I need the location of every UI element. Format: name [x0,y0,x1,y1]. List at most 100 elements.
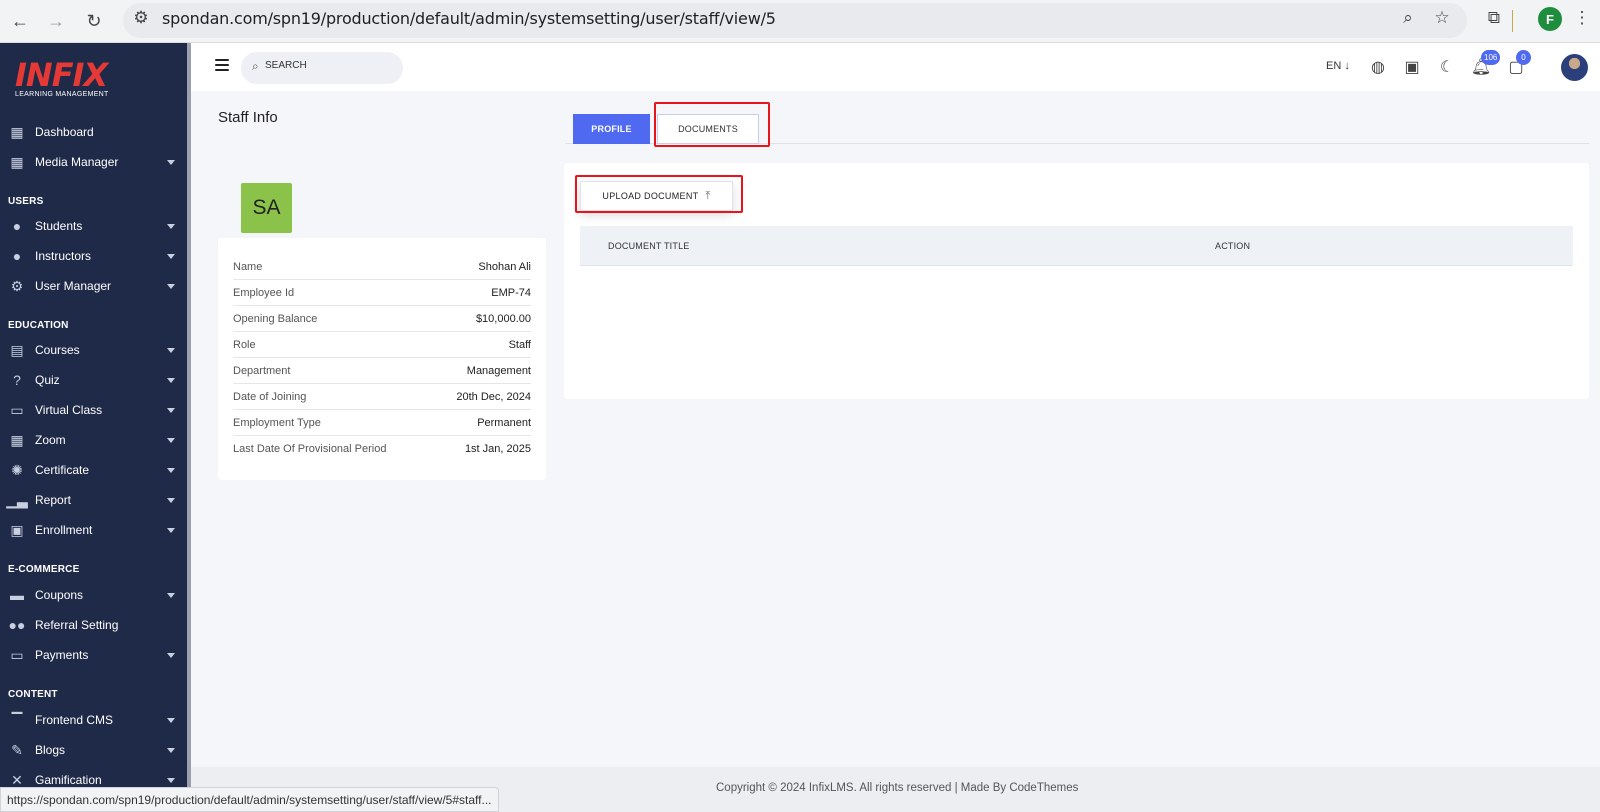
caret-down-icon [167,347,175,353]
caret-down-icon [167,717,175,723]
sidebar-item-instructors[interactable]: ● Instructors [0,243,187,269]
info-label: Employment Type [233,416,321,429]
sidebar-item-label: Certificate [35,463,90,477]
bell-icon[interactable]: 🔔︎ 106 [1471,50,1501,77]
caret-down-icon [167,283,175,289]
language-selector[interactable]: EN ↓ [1326,60,1350,72]
sidebar-item-referral-setting[interactable]: ●● Referral Setting [0,612,187,638]
sidebar-item-dashboard[interactable]: ▦ Dashboard [0,119,187,145]
info-value: Shohan Ali [478,260,531,273]
caret-down-icon [167,777,175,783]
info-label: Opening Balance [233,312,318,325]
sidebar-item-frontend-cms[interactable]: ▔ Frontend CMS [0,707,187,733]
logo-title: INFIX [15,56,108,94]
sidebar-item-label: Instructors [35,249,92,263]
sidebar-item-label: Report [35,493,72,507]
column-document-title: DOCUMENT TITLE [608,241,690,251]
section-education: EDUCATION [8,320,69,331]
page-title: Staff Info [218,109,278,126]
forward-arrow-icon[interactable]: → [42,7,70,35]
sidebar-item-payments[interactable]: ▭ Payments [0,642,187,668]
site-settings-icon[interactable]: ⚙ [129,6,153,30]
url-text[interactable]: spondan.com/spn19/production/default/adm… [162,9,776,28]
moon-icon[interactable]: ☾ [1437,57,1457,77]
sidebar-item-label: Payments [35,648,89,662]
caret-down-icon [167,467,175,473]
grid-icon: ▦ [10,153,24,170]
sidebar-item-label: Students [35,219,83,233]
caret-down-icon [167,652,175,658]
sidebar-item-coupons[interactable]: ▬ Coupons [0,582,187,608]
chat-icon[interactable]: ▢ 0 [1506,50,1531,77]
bookmark-star-icon[interactable]: ☆ [1430,6,1454,30]
zoom-icon[interactable]: ⌕ [1396,6,1420,30]
caret-down-icon [167,592,175,598]
info-value: Permanent [477,416,531,429]
status-bar-url: https://spondan.com/spn19/production/def… [0,787,499,812]
section-content: CONTENT [8,689,58,700]
sidebar-item-enrollment[interactable]: ▣ Enrollment [0,517,187,543]
caret-down-icon [167,253,175,259]
sidebar-item-report[interactable]: ▁▃ Report [0,487,187,513]
sidebar-item-courses[interactable]: ▤ Courses [0,337,187,363]
column-action: ACTION [1215,241,1251,251]
badge-icon: ✺ [11,461,23,478]
info-label: Role [233,338,256,351]
sidebar-item-quiz[interactable]: ? Quiz [0,367,187,393]
info-value: $10,000.00 [475,312,531,325]
search-icon: ⌕ [252,59,259,73]
ticket-icon: ▬ [10,587,24,603]
sidebar-item-virtual-class[interactable]: ▭ Virtual Class [0,397,187,423]
sidebar-item-zoom[interactable]: ▦ Zoom [0,427,187,453]
caret-down-icon [167,497,175,503]
caret-down-icon [167,159,175,165]
info-row-date-of-joining: Date of Joining 20th Dec, 2024 [233,384,531,410]
sidebar-item-blogs[interactable]: ✎ Blogs [0,737,187,763]
section-users: USERS [8,196,44,207]
top-header: ⌕ EN ↓ ◍ ▣ ☾ 🔔︎ 106 ▢ 0 [191,43,1600,91]
search-input[interactable] [265,60,395,71]
paint-roller-icon: ▔ [11,711,23,728]
info-label: Name [233,260,263,273]
toolbar-divider [1512,10,1513,32]
grid-icon: ▦ [10,123,24,140]
layout-icon[interactable]: ▣ [1402,57,1422,77]
info-value: 20th Dec, 2024 [456,390,531,403]
sidebar-item-students[interactable]: ● Students [0,213,187,239]
info-value: EMP-74 [491,286,531,299]
menu-toggle-icon[interactable] [215,59,229,71]
caret-down-icon [167,437,175,443]
info-row-department: Department Management [233,358,531,384]
enroll-icon: ▣ [10,521,24,538]
sidebar-item-user-manager[interactable]: ⚙ User Manager [0,273,187,299]
chart-icon: ▁▃ [6,491,28,508]
reload-icon[interactable]: ↻ [80,7,108,35]
staff-avatar-initials: SA [241,183,292,233]
question-icon: ? [13,372,21,388]
browser-menu-icon[interactable]: ⋮ [1570,6,1594,30]
extensions-icon[interactable]: ⧉ [1482,6,1506,30]
caret-down-icon [167,223,175,229]
user-icon: ● [12,248,22,264]
browser-profile-avatar[interactable]: F [1538,7,1562,31]
info-value: 1st Jan, 2025 [464,443,531,455]
info-label: Department [233,364,291,377]
sidebar-item-label: Coupons [35,588,84,602]
sidebar: INFIX LEARNING MANAGEMENT ▦ Dashboard ▦ … [0,43,191,812]
logo[interactable]: INFIX LEARNING MANAGEMENT [15,56,109,98]
search-box[interactable]: ⌕ [241,52,403,84]
sidebar-item-media-manager[interactable]: ▦ Media Manager [0,149,187,175]
sidebar-scrollbar[interactable] [187,43,191,812]
pencil-icon: ✎ [11,741,23,758]
sidebar-item-label: Virtual Class [35,403,103,417]
tab-profile[interactable]: PROFILE [573,114,650,144]
back-arrow-icon[interactable]: ← [6,7,34,35]
sidebar-item-label: Courses [35,343,80,357]
user-avatar[interactable] [1561,54,1588,81]
sidebar-item-certificate[interactable]: ✺ Certificate [0,457,187,483]
sidebar-item-label: Gamification [35,773,102,787]
info-value: Staff [508,338,531,351]
book-icon: ▤ [10,341,24,358]
highlight-box-upload [575,175,743,213]
globe-icon[interactable]: ◍ [1368,57,1388,77]
